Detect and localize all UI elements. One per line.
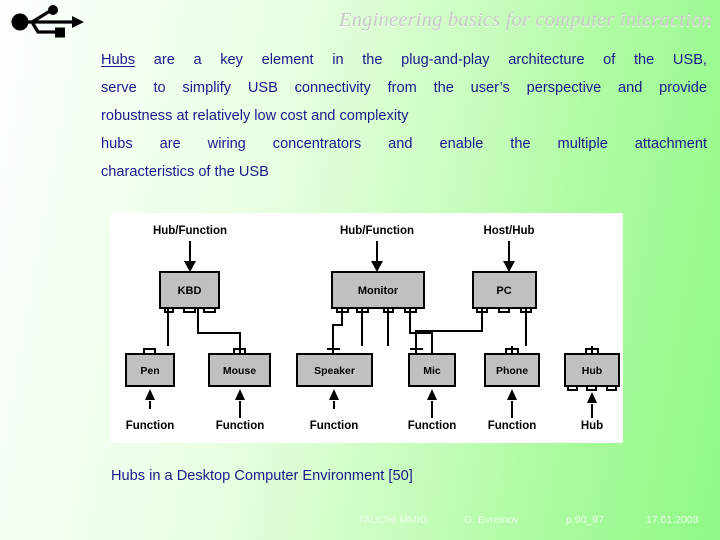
diagram-bottom-arrows bbox=[145, 389, 597, 418]
page-title: Engineering basics for computer interact… bbox=[339, 9, 712, 31]
diagram-bottom-label-0: Function bbox=[126, 420, 175, 432]
body-line-1: Hubs are a key element in the plug-and-p… bbox=[101, 46, 707, 74]
body-line-3: robustness at relatively low cost and co… bbox=[101, 108, 409, 124]
diagram-bottom-label-3: Function bbox=[408, 420, 457, 432]
slide-canvas: Engineering basics for computer interact… bbox=[0, 0, 720, 540]
slide-footer: TAUCHI MMIG G. Evreinov p 90_97 17.01.20… bbox=[0, 514, 720, 534]
diagram-bottom-label-5: Hub bbox=[581, 420, 603, 432]
svg-text:Mouse: Mouse bbox=[223, 365, 256, 377]
diagram-top-row: KBD Monitor PC bbox=[159, 271, 537, 313]
hub-topology-diagram: Hub/Function Hub/Function Host/Hub KBD M… bbox=[110, 213, 623, 443]
body-line-4: hubs are wiring concentrators and enable… bbox=[101, 136, 707, 152]
svg-text:Phone: Phone bbox=[496, 365, 528, 377]
body-line-2: serve to simplify USB connectivity from … bbox=[101, 80, 707, 96]
diagram-box-phone: Phone bbox=[484, 348, 540, 387]
diagram-caption: Hubs in a Desktop Computer Environment [… bbox=[111, 468, 413, 484]
diagram-bottom-label-1: Function bbox=[216, 420, 265, 432]
hubs-keyword: Hubs bbox=[101, 52, 136, 68]
body-line-5: characteristics of the USB bbox=[101, 164, 269, 180]
svg-text:Speaker: Speaker bbox=[314, 365, 355, 377]
diagram-box-hub: Hub bbox=[564, 348, 620, 391]
diagram-top-label-1: Hub/Function bbox=[340, 225, 414, 237]
diagram-box-monitor: Monitor bbox=[331, 271, 425, 313]
footer-organization: TAUCHI MMIG bbox=[358, 514, 428, 526]
svg-text:KBD: KBD bbox=[178, 285, 202, 297]
body-line-1-rest: are a key element in the plug-and-play a… bbox=[135, 52, 707, 68]
diagram-bottom-label-2: Function bbox=[310, 420, 359, 432]
svg-text:PC: PC bbox=[496, 285, 511, 297]
diagram-box-mouse: Mouse bbox=[208, 348, 271, 387]
diagram-bottom-label-4: Function bbox=[488, 420, 537, 432]
diagram-wiring bbox=[167, 308, 593, 354]
body-paragraph: Hubs are a key element in the plug-and-p… bbox=[101, 46, 707, 186]
diagram-box-speaker: Speaker bbox=[296, 344, 373, 387]
footer-date: 17.01.2003 bbox=[646, 514, 699, 526]
diagram-bottom-row: Pen Mouse Speaker Mic Phone Hub bbox=[125, 344, 620, 391]
svg-text:Hub: Hub bbox=[582, 365, 602, 377]
diagram-box-kbd: KBD bbox=[159, 271, 220, 313]
svg-text:Pen: Pen bbox=[140, 365, 159, 377]
svg-text:Mic: Mic bbox=[423, 365, 441, 377]
usb-trident-icon bbox=[6, 2, 90, 44]
diagram-box-pc: PC bbox=[472, 271, 537, 313]
footer-pages: p 90_97 bbox=[566, 514, 604, 526]
diagram-top-label-2: Host/Hub bbox=[483, 225, 534, 237]
diagram-box-pen: Pen bbox=[125, 348, 175, 387]
footer-author: G. Evreinov bbox=[464, 514, 519, 526]
diagram-top-label-0: Hub/Function bbox=[153, 225, 227, 237]
svg-text:Monitor: Monitor bbox=[358, 285, 399, 297]
